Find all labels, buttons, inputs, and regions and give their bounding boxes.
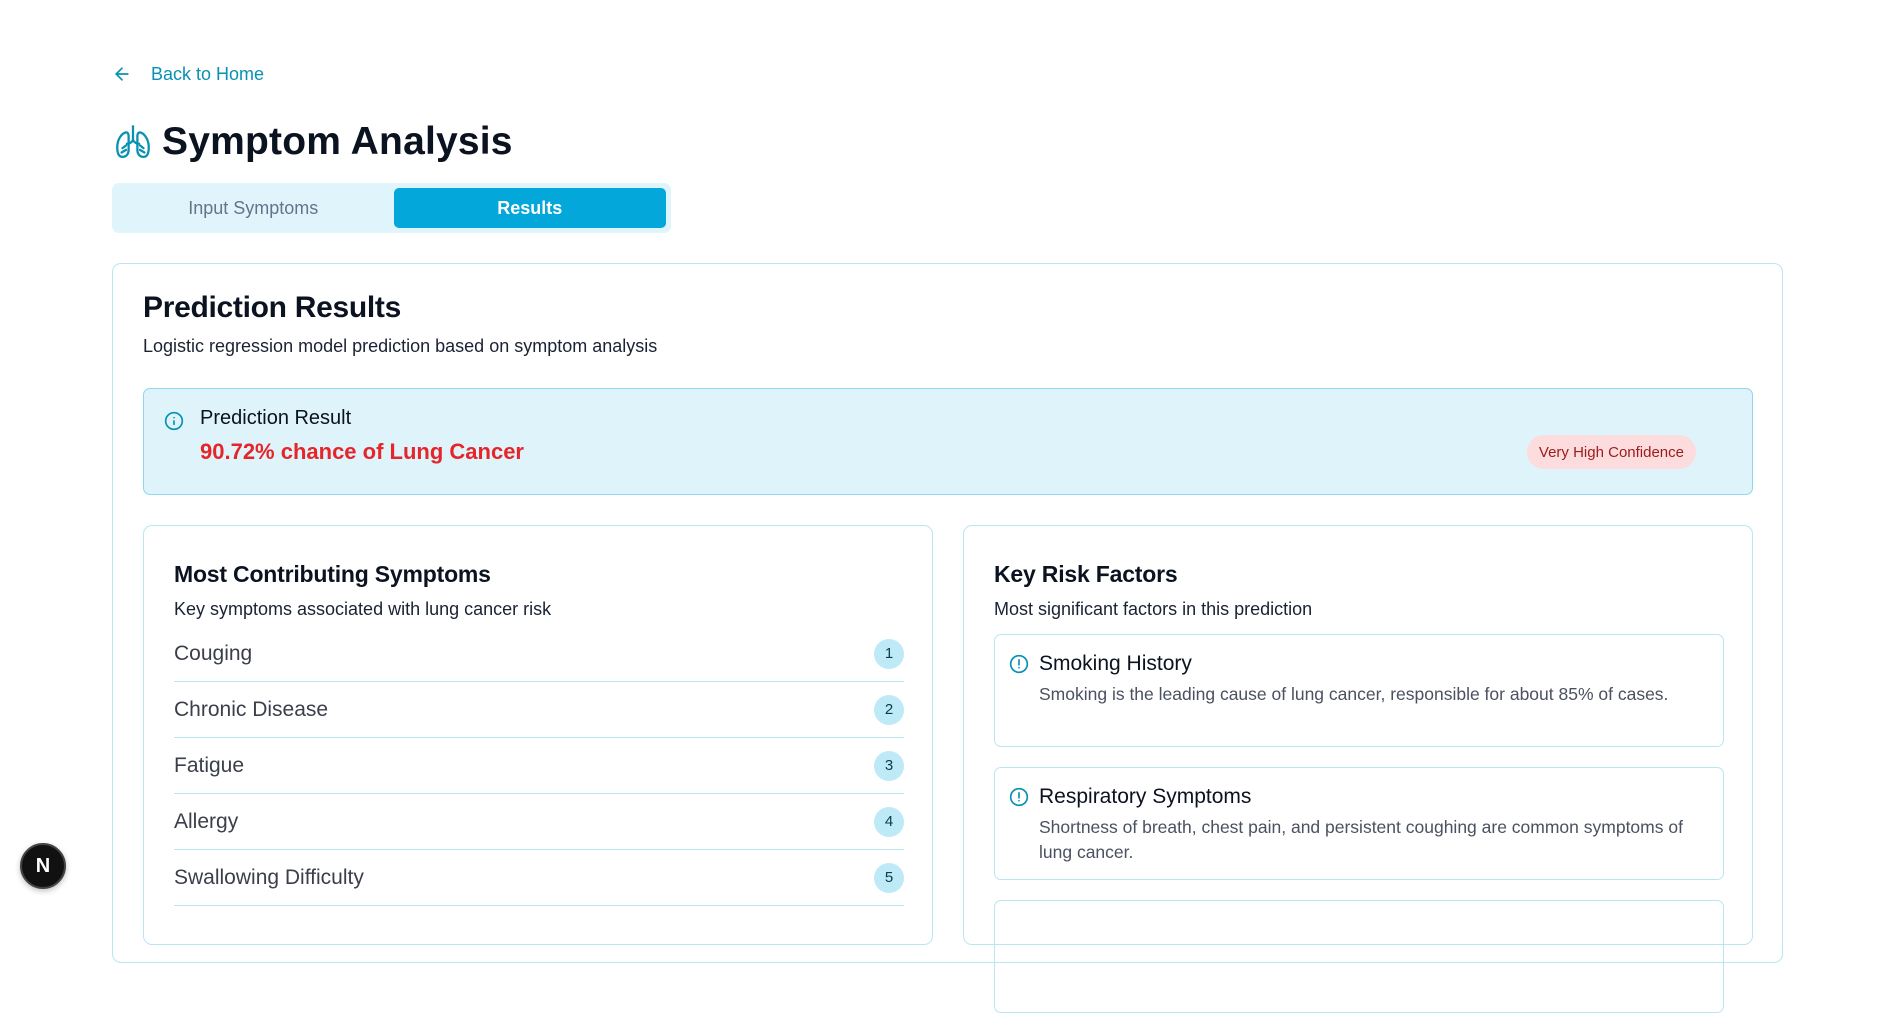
symptom-name: Chronic Disease bbox=[174, 697, 329, 721]
risk-factors-description: Most significant factors in this predict… bbox=[994, 599, 1313, 619]
tab-results[interactable]: Results bbox=[393, 188, 666, 228]
back-link-label: Back to Home bbox=[151, 63, 265, 84]
alert-circle-icon bbox=[1009, 787, 1029, 807]
risk-factor-list: Smoking History Smoking is the leading c… bbox=[994, 634, 1724, 1033]
dev-badge-letter: N bbox=[35, 854, 51, 877]
risk-factor-title: Smoking History bbox=[1039, 652, 1192, 675]
prediction-alert: Prediction Result 90.72% chance of Lung … bbox=[143, 388, 1753, 495]
symptom-list: Couging 1 Chronic Disease 2 Fatigue 3 Al… bbox=[174, 626, 904, 906]
confidence-badge: Very High Confidence bbox=[1526, 435, 1696, 469]
list-item: Allergy 4 bbox=[174, 794, 904, 850]
symptoms-description: Key symptoms associated with lung cancer… bbox=[174, 599, 552, 619]
back-to-home-link[interactable]: Back to Home bbox=[112, 60, 264, 88]
symptoms-card: Most Contributing Symptoms Key symptoms … bbox=[143, 525, 933, 945]
risk-factor-text: Shortness of breath, chest pain, and per… bbox=[1039, 817, 1683, 862]
rank-badge: 4 bbox=[874, 806, 904, 837]
tab-list: Input Symptoms Results bbox=[112, 183, 671, 233]
info-icon bbox=[164, 411, 184, 431]
card-subtitle: Logistic regression model prediction bas… bbox=[143, 336, 658, 356]
rank-badge: 3 bbox=[874, 750, 904, 781]
list-item: Chronic Disease 2 bbox=[174, 682, 904, 738]
risk-factor-item: Smoking History Smoking is the leading c… bbox=[994, 634, 1724, 747]
symptom-name: Allergy bbox=[174, 809, 239, 833]
alert-title: Prediction Result bbox=[200, 407, 352, 429]
symptom-name: Couging bbox=[174, 641, 253, 665]
alert-circle-icon bbox=[1009, 654, 1029, 674]
list-item: Fatigue 3 bbox=[174, 738, 904, 794]
page-header: Symptom Analysis bbox=[112, 120, 513, 164]
risk-factors-card: Key Risk Factors Most significant factor… bbox=[963, 525, 1753, 1013]
risk-factor-text: Smoking is the leading cause of lung can… bbox=[1039, 684, 1669, 704]
risk-factors-title: Key Risk Factors bbox=[994, 561, 1178, 587]
dev-tools-badge[interactable]: N bbox=[20, 843, 66, 889]
rank-badge: 2 bbox=[874, 694, 904, 725]
risk-factor-item bbox=[994, 900, 1724, 1013]
tab-input-symptoms[interactable]: Input Symptoms bbox=[117, 188, 390, 228]
symptoms-title: Most Contributing Symptoms bbox=[174, 561, 491, 587]
page-title: Symptom Analysis bbox=[162, 120, 513, 163]
arrow-left-icon bbox=[115, 67, 129, 81]
rank-badge: 1 bbox=[874, 638, 904, 669]
list-item: Couging 1 bbox=[174, 626, 904, 682]
lungs-icon bbox=[116, 125, 150, 159]
prediction-results-card: Prediction Results Logistic regression m… bbox=[112, 263, 1783, 1013]
list-item: Swallowing Difficulty 5 bbox=[174, 850, 904, 906]
risk-factor-item: Respiratory Symptoms Shortness of breath… bbox=[994, 767, 1724, 880]
card-title: Prediction Results bbox=[143, 291, 401, 324]
symptom-name: Fatigue bbox=[174, 753, 245, 777]
rank-badge: 5 bbox=[874, 862, 904, 893]
symptom-name: Swallowing Difficulty bbox=[174, 865, 364, 889]
risk-factor-title: Respiratory Symptoms bbox=[1039, 785, 1252, 808]
prediction-value: 90.72% chance of Lung Cancer bbox=[200, 439, 524, 464]
